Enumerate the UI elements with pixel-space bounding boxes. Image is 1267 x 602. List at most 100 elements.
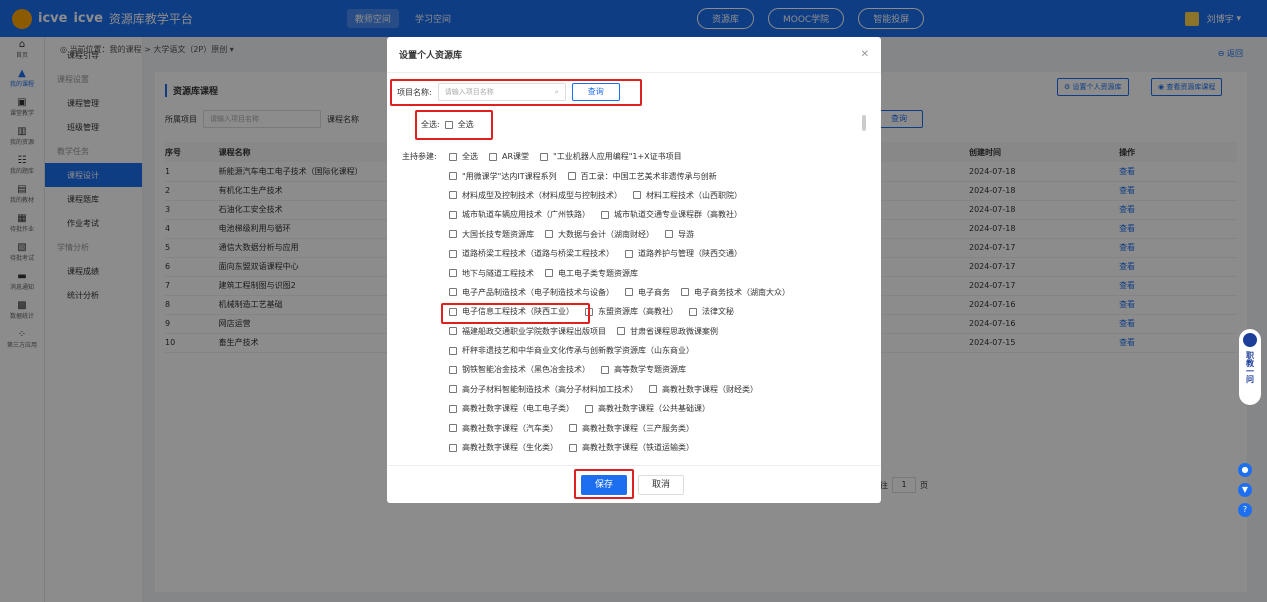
project-option[interactable]: 导游	[665, 229, 694, 240]
checkbox[interactable]	[449, 269, 457, 278]
project-option[interactable]: 道路桥梁工程技术（道路与桥梁工程技术）	[449, 248, 614, 259]
project-option[interactable]: 地下与隧道工程技术	[449, 268, 534, 279]
project-option[interactable]: 高等数学专题资源库	[601, 364, 686, 375]
project-option[interactable]: "工业机器人应用编程"1+X证书项目	[540, 151, 682, 162]
checkbox[interactable]	[449, 288, 457, 297]
project-option[interactable]: 高教社数字课程（电工电子类）	[449, 403, 574, 414]
option-row: 全选 AR课堂 "工业机器人应用编程"1+X证书项目	[449, 147, 859, 166]
option-row: 高教社数字课程（生化类） 高教社数字课程（铁道运输类）	[449, 438, 859, 453]
checkbox[interactable]	[489, 152, 497, 161]
project-option[interactable]: 大国长技专题资源库	[449, 229, 534, 240]
option-label: "用微课学"达内IT课程系列	[462, 171, 557, 181]
project-option[interactable]: 福建船政交通职业学院数字课程出版项目	[449, 326, 606, 337]
checkbox[interactable]	[585, 404, 593, 413]
checkbox[interactable]	[449, 152, 457, 161]
checkbox[interactable]	[449, 191, 457, 200]
option-label: 电工电子类专题资源库	[558, 268, 638, 278]
cancel-button[interactable]: 取消	[638, 475, 684, 495]
checkbox[interactable]	[585, 307, 593, 316]
help-icon[interactable]: ?	[1238, 503, 1252, 517]
checkbox[interactable]	[449, 327, 457, 336]
checkbox[interactable]	[689, 307, 697, 316]
personal-library-dialog: 设置个人资源库 ✕ 项目名称: 请输入项目名称 ⌕ 查询 全选: 全选 主持参建…	[387, 37, 881, 503]
option-label: 钢铁智能冶金技术（黑色冶金技术）	[462, 365, 590, 375]
checkbox[interactable]	[601, 365, 609, 374]
checkbox[interactable]	[617, 327, 625, 336]
project-option[interactable]: 杆秤非遗技艺和中华商业文化传承与创新教学资源库（山东商业）	[449, 345, 694, 356]
project-option[interactable]: 高教社数字课程（铁道运输类）	[569, 442, 694, 453]
project-option[interactable]: "用微课学"达内IT课程系列	[449, 171, 557, 182]
project-option[interactable]: 城市轨道车辆应用技术（广州铁路）	[449, 209, 590, 220]
option-row: 福建船政交通职业学院数字课程出版项目 甘肃省课程思政微课案例	[449, 322, 859, 341]
option-label: 高教社数字课程（财经类）	[662, 384, 758, 394]
option-label: 道路养护与管理（陕西交通）	[638, 249, 742, 259]
option-row: 电子信息工程技术（陕西工业） 东盟资源库（高教社） 法律文秘	[449, 302, 859, 321]
project-name-label: 项目名称:	[397, 87, 432, 97]
project-option[interactable]: 高教社数字课程（汽车类）	[449, 423, 558, 434]
save-button[interactable]: 保存	[581, 475, 627, 495]
checkbox[interactable]	[449, 365, 457, 374]
project-option[interactable]: 甘肃省课程思政微课案例	[617, 326, 718, 337]
project-option[interactable]: 高分子材料智能制造技术（高分子材料加工技术）	[449, 384, 638, 395]
checkbox[interactable]	[449, 210, 457, 219]
select-all-label: 全选:	[421, 120, 440, 129]
checkbox[interactable]	[449, 307, 457, 316]
checkbox[interactable]	[649, 385, 657, 394]
checkbox[interactable]	[569, 424, 577, 433]
project-option[interactable]: 电子产品制造技术（电子制造技术与设备）	[449, 287, 614, 298]
dialog-scrollbar[interactable]	[862, 115, 866, 131]
project-option[interactable]: 全选	[449, 151, 478, 162]
option-label: 城市轨道车辆应用技术（广州铁路）	[462, 210, 590, 220]
option-label: 导游	[678, 229, 694, 239]
checkbox[interactable]	[449, 443, 457, 452]
checkbox[interactable]	[633, 191, 641, 200]
checkbox[interactable]	[665, 230, 673, 239]
option-row: 城市轨道车辆应用技术（广州铁路） 城市轨道交通专业课程群（高教社）	[449, 205, 859, 224]
option-row: 高教社数字课程（电工电子类） 高教社数字课程（公共基础课）	[449, 399, 859, 418]
dialog-query-button[interactable]: 查询	[571, 83, 620, 101]
checkbox[interactable]	[601, 210, 609, 219]
checkbox[interactable]	[449, 230, 457, 239]
project-option[interactable]: 高教社数字课程（公共基础课）	[585, 403, 710, 414]
option-label: 甘肃省课程思政微课案例	[630, 326, 718, 336]
project-option[interactable]: 道路养护与管理（陕西交通）	[625, 248, 742, 259]
checkbox[interactable]	[449, 424, 457, 433]
project-option[interactable]: 高教社数字课程（生化类）	[449, 442, 558, 453]
checkbox[interactable]	[449, 385, 457, 394]
feedback-icon[interactable]: ●	[1238, 463, 1252, 477]
checkbox[interactable]	[449, 172, 457, 181]
select-all-checkbox[interactable]	[444, 120, 453, 129]
project-option[interactable]: 大数据与会计（湖南财经）	[545, 229, 654, 240]
option-row: 电子产品制造技术（电子制造技术与设备） 电子商务 电子商务技术（湖南大众）	[449, 283, 859, 302]
project-option[interactable]: 百工录：中国工艺美术非遗传承与创新	[567, 171, 717, 182]
project-option[interactable]: 电子商务技术（湖南大众）	[681, 287, 790, 298]
project-option[interactable]: 钢铁智能冶金技术（黑色冶金技术）	[449, 364, 590, 375]
project-option[interactable]: 电子商务	[625, 287, 670, 298]
project-option[interactable]: 电子信息工程技术（陕西工业）	[449, 306, 574, 317]
project-option[interactable]: 城市轨道交通专业课程群（高教社）	[601, 209, 742, 220]
checkbox[interactable]	[449, 249, 457, 258]
project-option[interactable]: 材料工程技术（山西职院）	[633, 190, 742, 201]
project-option[interactable]: AR课堂	[489, 151, 529, 162]
project-option[interactable]: 材料成型及控制技术（材料成型与控制技术）	[449, 190, 622, 201]
close-icon[interactable]: ✕	[861, 49, 869, 60]
checkbox[interactable]	[449, 404, 457, 413]
option-label: 高教社数字课程（电工电子类）	[462, 404, 574, 414]
project-option[interactable]: 东盟资源库（高教社）	[585, 306, 678, 317]
checkbox[interactable]	[545, 269, 553, 278]
project-option[interactable]: 高教社数字课程（三产服务类）	[569, 423, 694, 434]
download-icon[interactable]: ▼	[1238, 483, 1252, 497]
project-option[interactable]: 高教社数字课程（财经类）	[649, 384, 758, 395]
project-name-input[interactable]: 请输入项目名称 ⌕	[437, 83, 566, 101]
checkbox[interactable]	[545, 230, 553, 239]
checkbox[interactable]	[625, 249, 633, 258]
checkbox[interactable]	[681, 288, 689, 297]
project-option[interactable]: 电工电子类专题资源库	[545, 268, 638, 279]
checkbox[interactable]	[449, 346, 457, 355]
checkbox[interactable]	[625, 288, 633, 297]
project-option[interactable]: 法律文秘	[689, 306, 734, 317]
ai-assistant-widget[interactable]: 职教一问	[1239, 329, 1261, 405]
checkbox[interactable]	[569, 443, 577, 452]
checkbox[interactable]	[540, 152, 549, 161]
checkbox[interactable]	[567, 172, 576, 181]
